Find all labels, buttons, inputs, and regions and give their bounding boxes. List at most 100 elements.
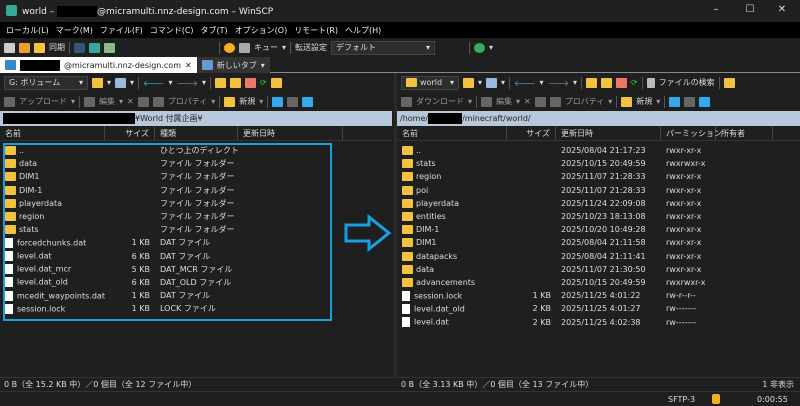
rename-icon[interactable] bbox=[138, 97, 149, 107]
image-icon[interactable] bbox=[104, 43, 115, 53]
tree-icon[interactable] bbox=[271, 78, 282, 88]
home-icon[interactable] bbox=[245, 78, 256, 88]
refresh-icon[interactable]: ⟳ bbox=[260, 78, 267, 87]
menu-command[interactable]: コマンド(C) bbox=[150, 25, 194, 36]
col-permissions[interactable]: パーミッション bbox=[661, 126, 716, 140]
root-dir-icon[interactable] bbox=[601, 78, 612, 88]
file-permissions: rwxr-xr-x bbox=[661, 212, 716, 221]
menu-help[interactable]: ヘルプ(H) bbox=[345, 25, 381, 36]
transfer-settings-select[interactable]: デフォルト▾ bbox=[331, 41, 435, 55]
putty-icon[interactable] bbox=[89, 43, 100, 53]
home-icon[interactable] bbox=[616, 78, 627, 88]
tab-new[interactable]: 新しいタブ▾ bbox=[197, 57, 270, 73]
col-modified[interactable]: 更新日時 bbox=[556, 126, 661, 140]
queue-icon[interactable] bbox=[239, 43, 250, 53]
download-button[interactable]: ダウンロード bbox=[416, 96, 464, 107]
back-icon[interactable]: 🡐 bbox=[514, 78, 535, 88]
deselect-icon[interactable] bbox=[287, 97, 298, 107]
upload-icon bbox=[4, 97, 15, 107]
remote-path-bar[interactable]: /home//minecraft/world/ bbox=[397, 111, 800, 126]
upload-button[interactable]: アップロード bbox=[19, 96, 67, 107]
select-all-icon[interactable] bbox=[669, 97, 680, 107]
rename-icon[interactable] bbox=[535, 97, 546, 107]
forward-icon[interactable]: 🡒 bbox=[177, 78, 198, 88]
filter-select-icon[interactable] bbox=[699, 97, 710, 107]
find-files-button[interactable]: ファイルの検索 bbox=[659, 77, 715, 88]
parent-dir-icon[interactable] bbox=[215, 78, 226, 88]
queue-button[interactable]: キュー bbox=[254, 42, 278, 53]
filter-icon[interactable] bbox=[486, 78, 497, 88]
file-row[interactable]: stats2025/10/15 20:49:59rwxrwxr-x bbox=[397, 157, 800, 170]
globe-icon[interactable] bbox=[474, 43, 485, 53]
file-row[interactable]: DIM-12025/10/20 10:49:28rwxr-xr-x bbox=[397, 223, 800, 236]
file-row[interactable]: DIM12025/08/04 21:11:58rwxr-xr-x bbox=[397, 236, 800, 249]
tab-session[interactable]: @micramulti.nnz-design.com ✕ bbox=[0, 57, 197, 73]
file-row[interactable]: level.dat2 KB2025/11/25 4:02:38rw------- bbox=[397, 315, 800, 328]
col-type[interactable]: 種類 bbox=[155, 126, 238, 140]
menu-local[interactable]: ローカル(L) bbox=[6, 25, 49, 36]
col-name[interactable]: 名前 bbox=[0, 126, 105, 140]
file-modified: 2025/10/23 18:13:08 bbox=[556, 212, 661, 221]
parent-dir-icon[interactable] bbox=[586, 78, 597, 88]
menu-mark[interactable]: マーク(M) bbox=[56, 25, 93, 36]
file-row[interactable]: session.lock1 KB2025/11/25 4:01:22rw-r--… bbox=[397, 289, 800, 302]
title-bar: world – @micramulti.nnz-design.com – Win… bbox=[0, 0, 800, 22]
refresh-icon[interactable]: ⟳ bbox=[631, 78, 638, 87]
sync-button[interactable]: 同期 bbox=[49, 42, 65, 53]
menu-tab[interactable]: タブ(T) bbox=[201, 25, 228, 36]
delete-icon[interactable]: ✕ bbox=[524, 97, 531, 106]
tree-icon[interactable] bbox=[724, 78, 735, 88]
filter-select-icon[interactable] bbox=[302, 97, 313, 107]
forward-icon[interactable]: 🡒 bbox=[548, 78, 569, 88]
compare-icon[interactable] bbox=[4, 43, 15, 53]
col-modified[interactable]: 更新日時 bbox=[238, 126, 343, 140]
menu-file[interactable]: ファイル(F) bbox=[100, 25, 143, 36]
root-dir-icon[interactable] bbox=[230, 78, 241, 88]
file-row[interactable]: level.dat_old2 KB2025/11/25 4:01:27rw---… bbox=[397, 302, 800, 315]
delete-icon[interactable]: ✕ bbox=[127, 97, 134, 106]
select-all-icon[interactable] bbox=[272, 97, 283, 107]
back-icon[interactable]: 🡐 bbox=[143, 78, 164, 88]
local-path-bar[interactable]: ¥World 付属企画¥ bbox=[0, 111, 392, 126]
open-folder-icon[interactable] bbox=[463, 78, 474, 88]
edit-button[interactable]: 編集 bbox=[496, 96, 512, 107]
col-size[interactable]: サイズ bbox=[105, 126, 155, 140]
minimize-button[interactable]: – bbox=[706, 4, 726, 15]
drive-select[interactable]: G: ボリューム▾ bbox=[4, 76, 88, 90]
file-row[interactable]: playerdata2025/11/24 22:09:08rwxr-xr-x bbox=[397, 197, 800, 210]
sync-browse-icon[interactable] bbox=[19, 43, 30, 53]
properties-button[interactable]: プロパティ bbox=[565, 96, 605, 107]
new-button[interactable]: 新規 bbox=[636, 96, 652, 107]
open-folder-icon[interactable] bbox=[92, 78, 103, 88]
sync-icon[interactable] bbox=[34, 43, 45, 53]
col-name[interactable]: 名前 bbox=[397, 126, 507, 140]
console-icon[interactable] bbox=[74, 43, 85, 53]
file-row[interactable]: poi2025/11/07 21:28:33rwxr-xr-x bbox=[397, 184, 800, 197]
menu-remote[interactable]: リモート(R) bbox=[294, 25, 338, 36]
file-modified: 2025/11/07 21:28:33 bbox=[556, 186, 661, 195]
close-button[interactable]: ✕ bbox=[772, 4, 792, 15]
remote-dir-select[interactable]: world▾ bbox=[401, 76, 459, 90]
col-size[interactable]: サイズ bbox=[507, 126, 556, 140]
new-button[interactable]: 新規 bbox=[239, 96, 255, 107]
deselect-icon[interactable] bbox=[684, 97, 695, 107]
lock-icon[interactable] bbox=[712, 394, 720, 404]
menu-options[interactable]: オプション(O) bbox=[235, 25, 288, 36]
file-row[interactable]: datapacks2025/08/04 21:11:41rwxr-xr-x bbox=[397, 250, 800, 263]
file-row[interactable]: ..2025/08/04 21:17:23rwxr-xr-x bbox=[397, 144, 800, 157]
properties-button[interactable]: プロパティ bbox=[168, 96, 208, 107]
file-permissions: rwxr-xr-x bbox=[661, 186, 716, 195]
col-owner[interactable]: 所有者 bbox=[716, 126, 773, 140]
edit-button[interactable]: 編集 bbox=[99, 96, 115, 107]
folder-icon bbox=[402, 238, 413, 247]
file-row[interactable]: advancements2025/10/15 20:49:59rwxrwxr-x bbox=[397, 276, 800, 289]
filter-icon[interactable] bbox=[115, 78, 126, 88]
hidden-count[interactable]: 1 非表示 bbox=[762, 379, 794, 390]
close-tab-icon[interactable]: ✕ bbox=[185, 61, 192, 70]
folder-icon bbox=[402, 278, 413, 287]
file-row[interactable]: region2025/11/07 21:28:33rwxr-xr-x bbox=[397, 170, 800, 183]
gear-icon[interactable] bbox=[224, 43, 235, 53]
file-row[interactable]: data2025/11/07 21:30:50rwxr-xr-x bbox=[397, 263, 800, 276]
maximize-button[interactable]: ☐ bbox=[740, 4, 760, 15]
file-row[interactable]: entities2025/10/23 18:13:08rwxr-xr-x bbox=[397, 210, 800, 223]
